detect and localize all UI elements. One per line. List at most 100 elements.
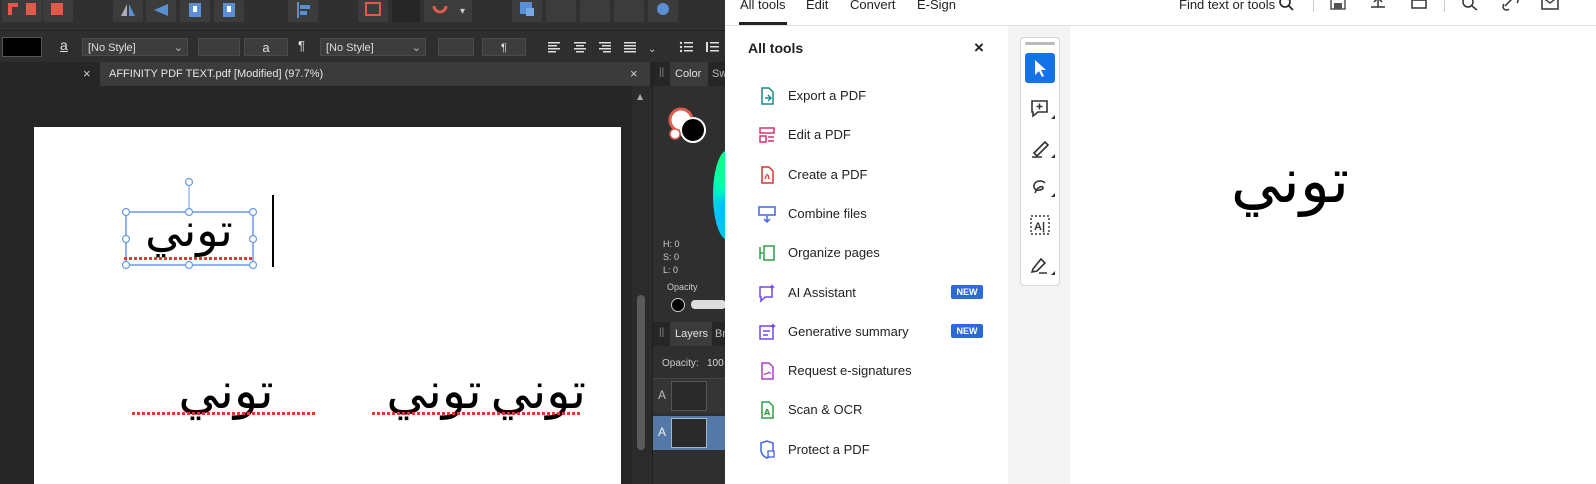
close-icon[interactable]: × <box>83 66 91 81</box>
comment-tool-button[interactable] <box>1025 93 1055 123</box>
text-select-icon: A| <box>1030 215 1050 235</box>
menu-convert[interactable]: Convert <box>850 0 896 12</box>
align-left-icon <box>297 2 310 18</box>
chevron-down-icon: ⌄ <box>648 44 656 55</box>
menu-edit[interactable]: Edit <box>806 0 828 12</box>
arrange-4-button[interactable] <box>614 0 644 22</box>
protect-pdf-icon <box>760 439 775 459</box>
fill-color-well[interactable] <box>2 37 42 57</box>
flip-vertical-button[interactable] <box>146 0 176 22</box>
canvas-text-selected[interactable]: توني <box>124 200 254 260</box>
layer-thumbnail <box>671 381 707 411</box>
list-group[interactable] <box>676 39 724 55</box>
ai-search-icon[interactable] <box>1460 0 1480 12</box>
grid-icon <box>365 2 381 16</box>
upload-icon[interactable] <box>1368 0 1388 12</box>
layer-row[interactable]: A <box>653 378 726 413</box>
tool-item-export-pdf[interactable]: Export a PDF <box>725 78 1008 114</box>
panel-grip-icon[interactable]: || <box>659 67 664 78</box>
align-button[interactable] <box>288 0 318 22</box>
layer-row-selected[interactable]: A <box>653 416 726 450</box>
opacity-label: Opacity <box>667 282 698 292</box>
close-icon[interactable]: × <box>974 38 984 58</box>
snapping-grid-button[interactable] <box>358 0 388 22</box>
menu-esign[interactable]: E-Sign <box>917 0 956 12</box>
save-icon[interactable] <box>1328 0 1348 12</box>
paragraph-style-value: [No Style] <box>326 42 374 54</box>
tool-item-scan-ocr[interactable]: A Scan & OCR <box>725 392 1008 428</box>
highlight-tool-button[interactable] <box>1025 132 1055 162</box>
menu-all-tools[interactable]: All tools <box>740 0 786 12</box>
tool-label: Protect a PDF <box>788 441 870 457</box>
scroll-up-icon[interactable]: ▲ <box>637 92 643 101</box>
sign-tool-button[interactable] <box>1025 249 1055 279</box>
quick-tools-bar: A| <box>1020 37 1060 286</box>
email-icon[interactable] <box>1540 0 1560 12</box>
text-recognition-button[interactable]: A| <box>1025 210 1055 240</box>
color-wells[interactable] <box>667 102 726 150</box>
scrollbar-thumb[interactable] <box>637 295 645 450</box>
export-pdf-icon <box>761 87 774 105</box>
pdf-page[interactable]: توني <box>1070 26 1596 484</box>
new-badge: NEW <box>951 284 983 299</box>
chevron-down-icon: ⌄ <box>173 42 183 54</box>
view-mode-button[interactable] <box>392 0 420 22</box>
tool-item-organize-pages[interactable]: Organize pages <box>725 235 1008 271</box>
tab-color[interactable]: Color <box>670 62 708 86</box>
flip-vertical-icon <box>154 4 168 16</box>
flip-horizontal-button[interactable] <box>113 0 143 22</box>
tool-label: Export a PDF <box>788 88 867 103</box>
tool-item-edit-pdf[interactable]: Edit a PDF <box>725 117 1008 153</box>
arrange-button[interactable] <box>512 0 542 22</box>
panel-grip-icon[interactable]: || <box>659 327 664 338</box>
pilcrow-button[interactable]: ¶ <box>482 38 526 56</box>
spellcheck-underline <box>372 412 580 415</box>
opacity-slider[interactable] <box>691 300 726 309</box>
opacity-swatch <box>671 298 685 312</box>
drag-handle[interactable] <box>1025 42 1055 45</box>
document-tab[interactable]: AFFINITY PDF TEXT.pdf [Modified] (97.7%)… <box>100 62 650 86</box>
char-a-button[interactable]: a <box>244 38 288 56</box>
layer-opacity-value[interactable]: 100 <box>707 358 724 369</box>
flip-horizontal-icon <box>121 4 135 16</box>
arrange-3-button[interactable] <box>580 0 610 22</box>
rotate-button[interactable] <box>180 0 210 22</box>
align-right-icon <box>599 42 611 53</box>
select-tool-button[interactable] <box>1025 53 1055 83</box>
pilcrow-icon[interactable]: ¶ <box>298 38 305 53</box>
search-tools-button[interactable]: Find text or tools <box>1179 0 1275 12</box>
text-layer-icon: A <box>658 425 667 439</box>
character-style-icon[interactable]: a <box>60 37 68 53</box>
tool-item-create-pdf[interactable]: Create a PDF <box>725 157 1008 193</box>
alignment-group[interactable]: ⌄ <box>544 39 664 55</box>
search-icon[interactable] <box>1278 0 1294 12</box>
align-center-icon <box>574 42 586 53</box>
paragraph-options-button[interactable] <box>438 38 474 56</box>
draw-tool-button[interactable] <box>1025 171 1055 201</box>
acrobat-menu-bar: All tools Edit Convert E-Sign Find text … <box>725 0 1596 26</box>
tool-item-request-esign[interactable]: Request e-signatures <box>725 353 1008 389</box>
generative-summary-icon <box>759 322 776 340</box>
link-icon[interactable] <box>1501 0 1521 12</box>
boolean-op-2-button[interactable] <box>43 0 73 22</box>
arrange-5-button[interactable] <box>648 0 678 22</box>
print-icon[interactable] <box>1409 0 1429 12</box>
tool-label: Scan & OCR <box>788 402 863 418</box>
rotate-2-button[interactable] <box>214 0 244 22</box>
char-a-label: a <box>262 40 270 55</box>
paragraph-style-select[interactable]: [No Style] ⌄ <box>320 38 426 56</box>
tool-item-combine-files[interactable]: Combine files <box>725 196 1008 232</box>
tab-layers[interactable]: Layers <box>670 322 712 346</box>
pdf-page-text: توني <box>1230 144 1350 217</box>
tool-item-protect-pdf[interactable]: Protect a PDF <box>725 432 1008 468</box>
arrange-2-button[interactable] <box>546 0 576 22</box>
close-icon[interactable]: × <box>630 66 638 81</box>
tool-item-ai-assistant[interactable]: AI Assistant NEW <box>725 275 1008 311</box>
character-style-select[interactable]: [No Style] ⌄ <box>82 38 188 56</box>
snapping-button[interactable]: ▾ <box>424 0 472 22</box>
cursor-icon <box>1035 60 1046 77</box>
intersect-icon <box>51 3 63 15</box>
boolean-ops-button[interactable] <box>2 0 42 22</box>
text-style-button[interactable] <box>198 38 240 56</box>
tool-item-generative-summary[interactable]: Generative summary NEW <box>725 314 1008 350</box>
